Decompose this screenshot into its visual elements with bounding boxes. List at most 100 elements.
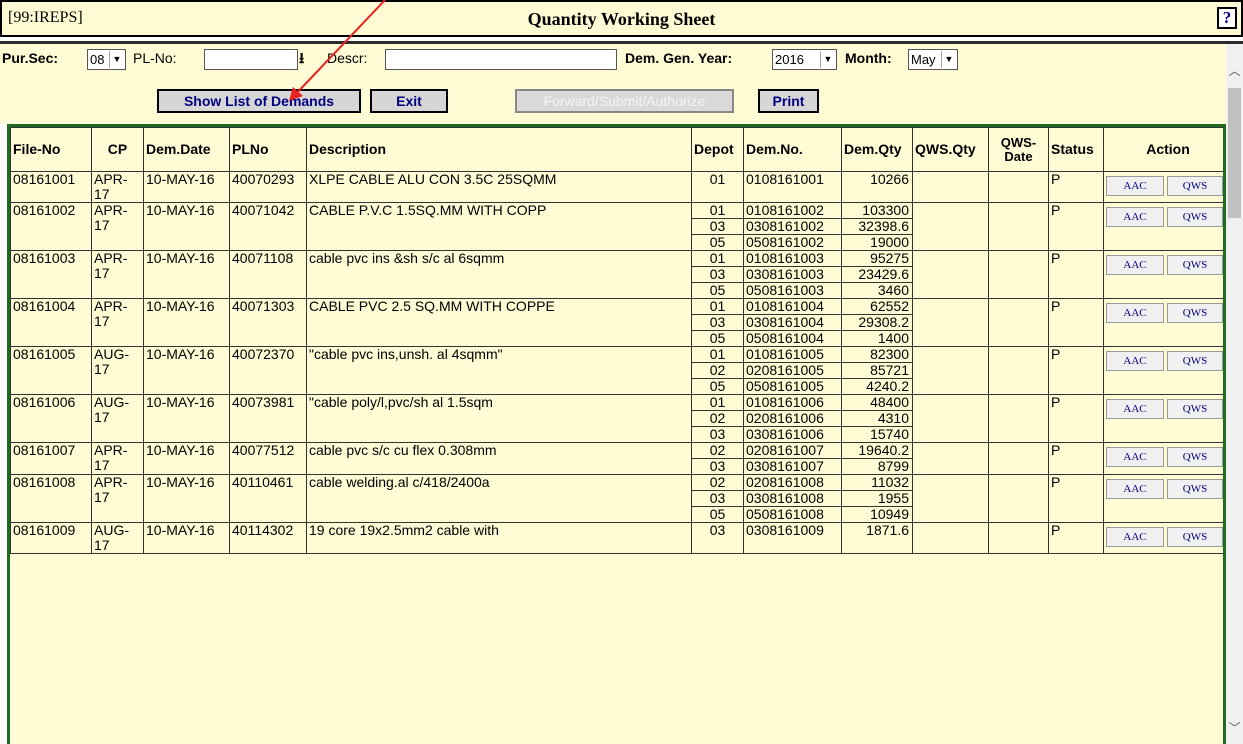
qws-button[interactable]: QWS bbox=[1167, 207, 1223, 227]
pursec-value: 08 bbox=[90, 52, 105, 67]
action-cell: AAC QWS bbox=[1103, 346, 1223, 395]
dem-qty-cell: 10949 bbox=[841, 506, 913, 523]
qws-date-cell bbox=[988, 474, 1049, 523]
dem-no-cell: 0308161007 bbox=[743, 458, 842, 475]
dem-qty-cell: 85721 bbox=[841, 362, 913, 379]
forward-button[interactable]: Forward/Submit/Authorize bbox=[515, 89, 734, 113]
table-row: 08161005 AUG-17 10-MAY-16 40072370 "cable pv… bbox=[10, 346, 1223, 395]
qws-button[interactable]: QWS bbox=[1167, 479, 1223, 499]
col-header: Description bbox=[306, 127, 692, 172]
cp-cell: APR-17 bbox=[91, 298, 144, 347]
dem-qty-cell: 95275 bbox=[841, 250, 913, 267]
dem-no-cell: 0308161004 bbox=[743, 314, 842, 331]
dem-no-cell: 0308161003 bbox=[743, 266, 842, 283]
description-cell: 19 core 19x2.5mm2 cable with bbox=[306, 522, 692, 554]
download-icon[interactable]: ⭳ bbox=[299, 48, 304, 73]
table-row: 08161004 APR-17 10-MAY-16 40071303 CABLE PVC… bbox=[10, 298, 1223, 347]
qws-date-cell bbox=[988, 298, 1049, 347]
dem-qty-cell: 10266 bbox=[841, 171, 913, 203]
year-select[interactable]: 2016 ▼ bbox=[772, 49, 837, 70]
dem-no-cell: 0108161005 bbox=[743, 346, 842, 363]
dem-date-cell: 10-MAY-16 bbox=[143, 171, 230, 203]
qws-button[interactable]: QWS bbox=[1167, 255, 1223, 275]
qws-button[interactable]: QWS bbox=[1167, 447, 1223, 467]
action-cell: AAC QWS bbox=[1103, 522, 1223, 554]
table-header-row: File-No CP Dem.Date PLNo Description Dep… bbox=[10, 127, 1223, 172]
depot-cell: 05 bbox=[691, 282, 744, 299]
plno-label: PL-No: bbox=[133, 50, 177, 66]
qws-button[interactable]: QWS bbox=[1167, 399, 1223, 419]
qws-button[interactable]: QWS bbox=[1167, 303, 1223, 323]
col-header: Depot bbox=[691, 127, 744, 172]
descr-input[interactable] bbox=[385, 49, 617, 70]
cp-cell: APR-17 bbox=[91, 171, 144, 203]
col-header: Dem.No. bbox=[743, 127, 842, 172]
qws-button[interactable]: QWS bbox=[1167, 527, 1223, 547]
scrollbar-thumb[interactable] bbox=[1228, 88, 1241, 218]
plno-cell: 40071042 bbox=[229, 202, 307, 251]
dem-qty-cell: 82300 bbox=[841, 346, 913, 363]
year-value: 2016 bbox=[775, 52, 804, 67]
col-header: QWS-Date bbox=[988, 127, 1049, 172]
depot-cell: 05 bbox=[691, 506, 744, 523]
aac-button[interactable]: AAC bbox=[1106, 447, 1164, 467]
chevron-up-icon[interactable]: ︿ bbox=[1226, 62, 1243, 79]
file-no-cell: 08161004 bbox=[10, 298, 92, 347]
aac-button[interactable]: AAC bbox=[1106, 207, 1164, 227]
aac-button[interactable]: AAC bbox=[1106, 479, 1164, 499]
filter-panel: Pur.Sec: 08 ▼ PL-No: ⭳ Descr: Dem. Gen. … bbox=[0, 44, 1226, 124]
help-icon[interactable]: ? bbox=[1217, 7, 1237, 29]
file-no-cell: 08161002 bbox=[10, 202, 92, 251]
qws-button[interactable]: QWS bbox=[1167, 351, 1223, 371]
chevron-down-icon[interactable]: ﹀ bbox=[1226, 719, 1243, 736]
dem-qty-cell: 3460 bbox=[841, 282, 913, 299]
qws-qty-cell bbox=[912, 442, 989, 475]
dem-qty-cell: 1400 bbox=[841, 330, 913, 347]
table-row: 08161007 APR-17 10-MAY-16 40077512 cable pvc… bbox=[10, 442, 1223, 475]
aac-button[interactable]: AAC bbox=[1106, 351, 1164, 371]
dem-no-cell: 0208161006 bbox=[743, 410, 842, 427]
status-cell: P bbox=[1048, 298, 1104, 347]
dem-no-cell: 0108161001 bbox=[743, 171, 842, 203]
status-cell: P bbox=[1048, 442, 1104, 475]
depot-cell: 01 bbox=[691, 250, 744, 267]
show-list-button[interactable]: Show List of Demands bbox=[157, 89, 361, 113]
aac-button[interactable]: AAC bbox=[1106, 255, 1164, 275]
aac-button[interactable]: AAC bbox=[1106, 527, 1164, 547]
aac-button[interactable]: AAC bbox=[1106, 303, 1164, 323]
vertical-scrollbar[interactable]: ︿ ﹀ bbox=[1226, 44, 1243, 744]
dem-qty-cell: 4310 bbox=[841, 410, 913, 427]
dem-date-cell: 10-MAY-16 bbox=[143, 474, 230, 523]
cp-cell: APR-17 bbox=[91, 202, 144, 251]
month-select[interactable]: May ▼ bbox=[908, 49, 958, 70]
dem-no-cell: 0508161002 bbox=[743, 234, 842, 251]
aac-button[interactable]: AAC bbox=[1106, 176, 1164, 196]
qws-button[interactable]: QWS bbox=[1167, 176, 1223, 196]
status-cell: P bbox=[1048, 394, 1104, 443]
dem-no-cell: 0308161009 bbox=[743, 522, 842, 554]
cp-cell: APR-17 bbox=[91, 250, 144, 299]
depot-cell: 02 bbox=[691, 442, 744, 459]
action-cell: AAC QWS bbox=[1103, 298, 1223, 347]
aac-button[interactable]: AAC bbox=[1106, 399, 1164, 419]
dem-no-cell: 0508161008 bbox=[743, 506, 842, 523]
file-no-cell: 08161008 bbox=[10, 474, 92, 523]
col-header: Action bbox=[1103, 127, 1223, 172]
status-cell: P bbox=[1048, 474, 1104, 523]
month-value: May bbox=[911, 52, 936, 67]
dem-date-cell: 10-MAY-16 bbox=[143, 250, 230, 299]
exit-button[interactable]: Exit bbox=[370, 89, 448, 113]
depot-cell: 01 bbox=[691, 346, 744, 363]
dem-qty-cell: 4240.2 bbox=[841, 378, 913, 395]
plno-input[interactable] bbox=[204, 49, 298, 70]
print-button[interactable]: Print bbox=[758, 89, 819, 113]
description-cell: cable pvc ins &sh s/c al 6sqmm bbox=[306, 250, 692, 299]
year-label: Dem. Gen. Year: bbox=[625, 50, 733, 66]
depot-cell: 05 bbox=[691, 234, 744, 251]
pursec-select[interactable]: 08 ▼ bbox=[87, 49, 126, 70]
table-row: 08161008 APR-17 10-MAY-16 40110461 cable wel… bbox=[10, 474, 1223, 523]
qws-qty-cell bbox=[912, 202, 989, 251]
depot-cell: 03 bbox=[691, 490, 744, 507]
page-title: Quantity Working Sheet bbox=[527, 9, 716, 29]
cp-cell: APR-17 bbox=[91, 474, 144, 523]
